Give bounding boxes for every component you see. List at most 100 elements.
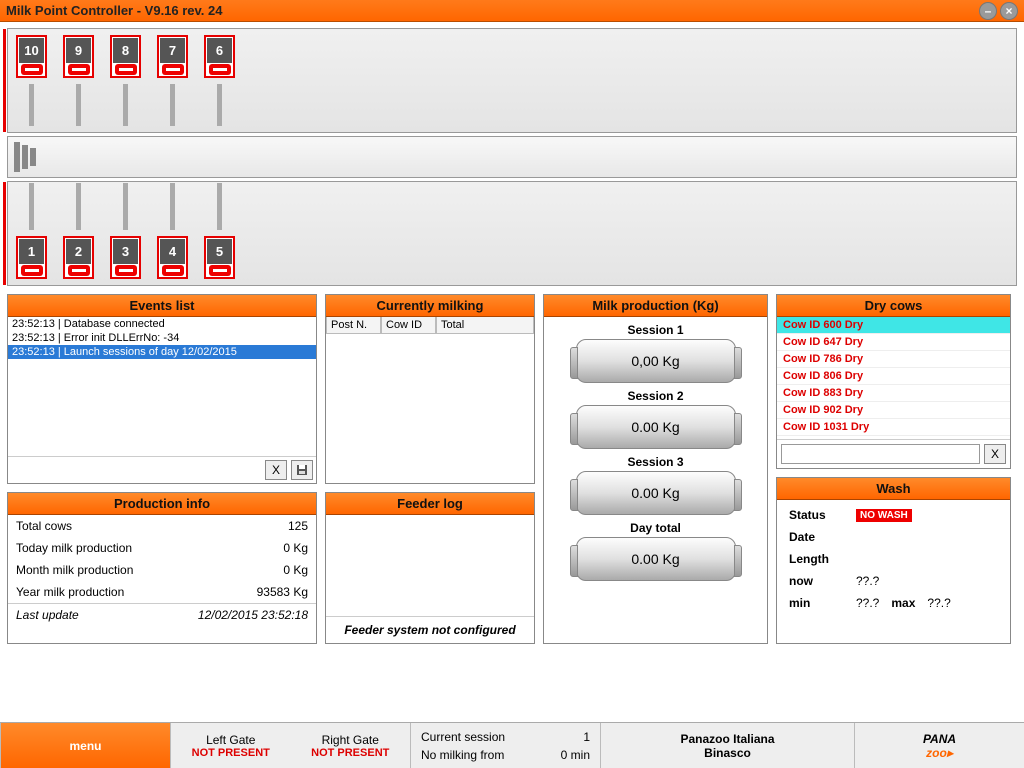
events-save-button[interactable]: [291, 460, 313, 480]
footer: menu Left GateNOT PRESENT Right GateNOT …: [0, 722, 1024, 768]
events-row[interactable]: 23:52:13 | Launch sessions of day 12/02/…: [8, 345, 316, 359]
prodinfo-label: Year milk production: [8, 581, 213, 603]
nomilk-value: 0 min: [561, 748, 590, 762]
session-label: Session 2: [544, 389, 767, 403]
events-row[interactable]: 23:52:13 | Error init DLLErrNo: -34: [8, 331, 316, 345]
minimize-button[interactable]: –: [979, 2, 997, 20]
left-gate-label: Left Gate: [206, 733, 255, 747]
drycows-title: Dry cows: [777, 295, 1010, 317]
col-post: Post N.: [326, 317, 381, 334]
col-cowid: Cow ID: [381, 317, 436, 334]
feeder-title: Feeder log: [326, 493, 534, 515]
wash-min-label: min: [789, 596, 844, 610]
left-gate-status: NOT PRESENT: [192, 747, 270, 759]
post-10[interactable]: 10: [16, 35, 47, 78]
company-location: Binasco: [704, 746, 751, 760]
dry-cows-filter-input[interactable]: [781, 444, 980, 464]
post-3[interactable]: 3: [110, 236, 141, 279]
milk-tank: 0.00 Kg: [576, 405, 736, 449]
prodinfo-value: 93583 Kg: [213, 581, 316, 603]
curr-sess-label: Current session: [421, 730, 561, 744]
stop-icon: [115, 64, 137, 75]
dry-cow-row[interactable]: Cow ID 883 Dry: [777, 385, 1010, 402]
currmilk-title: Currently milking: [326, 295, 534, 317]
middle-indicator-bar: [7, 136, 1017, 178]
post-5[interactable]: 5: [204, 236, 235, 279]
bottom-bay-strip: 12345: [7, 181, 1017, 286]
prodinfo-table: Total cows125Today milk production0 KgMo…: [8, 515, 316, 603]
stop-icon: [21, 265, 43, 276]
post-7[interactable]: 7: [157, 35, 188, 78]
right-gate-status: NOT PRESENT: [311, 747, 389, 759]
wash-status-label: Status: [789, 508, 844, 522]
curr-sess-value: 1: [561, 730, 590, 744]
wash-min-value: ??.?: [856, 596, 879, 610]
wash-status-value: NO WASH: [856, 509, 912, 522]
events-panel: Events list 23:52:13 | Database connecte…: [7, 294, 317, 484]
events-title: Events list: [8, 295, 316, 317]
right-gate-label: Right Gate: [322, 733, 379, 747]
dry-cow-row[interactable]: Cow ID 902 Dry: [777, 402, 1010, 419]
nomilk-label: No milking from: [421, 748, 561, 762]
gates-status: Left GateNOT PRESENT Right GateNOT PRESE…: [170, 723, 410, 768]
prodinfo-label: Month milk production: [8, 559, 213, 581]
close-button[interactable]: ×: [1000, 2, 1018, 20]
company-name: Panazoo Italiana: [680, 732, 774, 746]
app-title: Milk Point Controller - V9.16 rev. 24: [6, 3, 223, 18]
milk-tank: 0.00 Kg: [576, 537, 736, 581]
wash-now-value: ??.?: [856, 574, 879, 588]
wash-max-value: ??.?: [927, 596, 950, 610]
post-2[interactable]: 2: [63, 236, 94, 279]
wash-title: Wash: [777, 478, 1010, 500]
dry-cows-list[interactable]: Cow ID 600 DryCow ID 647 DryCow ID 786 D…: [777, 317, 1010, 439]
brand-logo: PANAzoo▸: [854, 723, 1024, 768]
post-6[interactable]: 6: [204, 35, 235, 78]
production-info-panel: Production info Total cows125Today milk …: [7, 492, 317, 644]
feeder-log-panel: Feeder log Feeder system not configured: [325, 492, 535, 644]
session-label: Session 3: [544, 455, 767, 469]
prodinfo-value: 125: [213, 515, 316, 537]
col-total: Total: [436, 317, 534, 334]
feeder-empty-msg: Feeder system not configured: [326, 616, 534, 643]
top-bay-strip: 10 9876: [7, 28, 1017, 133]
dry-cows-clear-button[interactable]: X: [984, 444, 1006, 464]
post-4[interactable]: 4: [157, 236, 188, 279]
prodinfo-value: 0 Kg: [213, 537, 316, 559]
dry-cow-row[interactable]: Cow ID 806 Dry: [777, 368, 1010, 385]
milk-production-panel: Milk production (Kg) Session 1 0,00 Kg Ses…: [543, 294, 768, 644]
milk-tank: 0,00 Kg: [576, 339, 736, 383]
stop-icon: [162, 64, 184, 75]
wash-panel: Wash StatusNO WASH Date Length now??.? m…: [776, 477, 1011, 644]
events-row[interactable]: 23:52:13 | Database connected: [8, 317, 316, 331]
milkprod-title: Milk production (Kg): [544, 295, 767, 317]
dry-cows-panel: Dry cows Cow ID 600 DryCow ID 647 DryCow…: [776, 294, 1011, 469]
session-label: Session 1: [544, 323, 767, 337]
currently-milking-panel: Currently milking Post N. Cow ID Total: [325, 294, 535, 484]
dry-cow-row[interactable]: Cow ID 786 Dry: [777, 351, 1010, 368]
session-status: Current session1 No milking from0 min: [410, 723, 600, 768]
dry-cow-row[interactable]: Cow ID 647 Dry: [777, 334, 1010, 351]
post-8[interactable]: 8: [110, 35, 141, 78]
wash-max-label: max: [891, 596, 915, 610]
events-list[interactable]: 23:52:13 | Database connected23:52:13 | …: [8, 317, 316, 456]
company-info: Panazoo Italiana Binasco: [600, 723, 854, 768]
wash-now-label: now: [789, 574, 844, 588]
dry-cow-row[interactable]: Cow ID 1031 Dry: [777, 419, 1010, 436]
prodinfo-title: Production info: [8, 493, 316, 515]
stop-icon: [162, 265, 184, 276]
prodinfo-label: Today milk production: [8, 537, 213, 559]
wash-date-label: Date: [789, 530, 844, 544]
post-9[interactable]: 9: [63, 35, 94, 78]
prodinfo-label: Total cows: [8, 515, 213, 537]
stop-icon: [209, 265, 231, 276]
post-1[interactable]: 1: [16, 236, 47, 279]
menu-button[interactable]: menu: [0, 723, 170, 768]
stop-icon: [209, 64, 231, 75]
last-update-label: Last update: [16, 608, 79, 622]
session-label: Day total: [544, 521, 767, 535]
dry-cow-row[interactable]: Cow ID 600 Dry: [777, 317, 1010, 334]
stop-icon: [68, 265, 90, 276]
events-clear-button[interactable]: X: [265, 460, 287, 480]
stop-icon: [115, 265, 137, 276]
stop-icon: [21, 64, 43, 75]
